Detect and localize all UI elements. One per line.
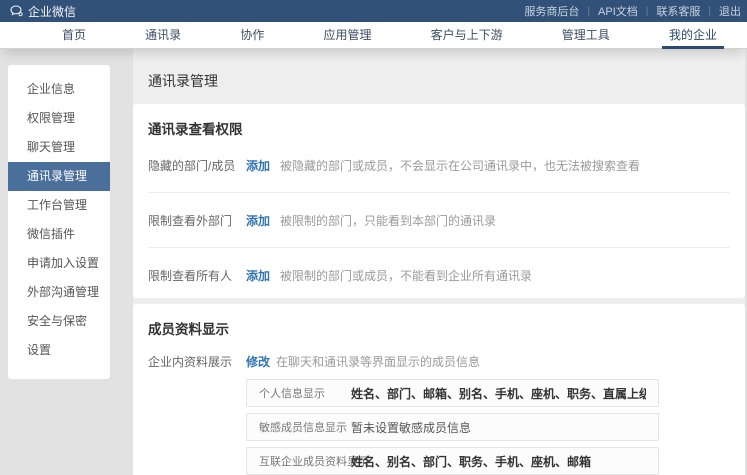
row-label: 限制查看所有人: [148, 267, 246, 284]
sidebar-item-external-comm[interactable]: 外部沟通管理: [8, 278, 110, 307]
link-provider-console[interactable]: 服务商后台: [516, 3, 587, 19]
add-restrict-all-link[interactable]: 添加: [246, 267, 270, 284]
sidebar-item-company-info[interactable]: 企业信息: [8, 75, 110, 104]
box-value: 姓名、部门、邮箱、别名、手机、座机、职务、直属上级、官网、测...: [351, 385, 646, 402]
settings-sidebar: 企业信息 权限管理 聊天管理 通讯录管理 工作台管理 微信插件 申请加入设置 外…: [8, 65, 110, 379]
row-restrict-everyone: 限制查看所有人 添加 被限制的部门或成员，不能看到企业所有通讯录: [148, 248, 730, 302]
modify-link[interactable]: 修改: [246, 353, 270, 370]
sidebar-item-chat-management[interactable]: 聊天管理: [8, 133, 110, 162]
section-title: 通讯录查看权限: [148, 104, 730, 138]
page-title: 通讯录管理: [148, 71, 745, 91]
sidebar-item-settings[interactable]: 设置: [8, 336, 110, 365]
add-hidden-link[interactable]: 添加: [246, 157, 270, 174]
tab-contacts[interactable]: 通讯录: [145, 22, 181, 49]
row-label: 隐藏的部门/成员: [148, 157, 246, 174]
sidebar-item-security[interactable]: 安全与保密: [8, 307, 110, 336]
row-description: 被限制的部门，只能看到本部门的通讯录: [280, 212, 496, 229]
row-hidden-departments: 隐藏的部门/成员 添加 被隐藏的部门或成员，不会显示在公司通讯录中，也无法被搜索…: [148, 138, 730, 193]
row-restrict-other-departments: 限制查看外部门 添加 被限制的部门，只能看到本部门的通讯录: [148, 193, 730, 248]
tab-admin-tools[interactable]: 管理工具: [562, 22, 610, 49]
top-bar: 企业微信 服务商后台 | API文档 | 联系客服 | 退出: [0, 0, 747, 22]
sidebar-item-join-settings[interactable]: 申请加入设置: [8, 249, 110, 278]
main-content: 通讯录管理 通讯录查看权限 隐藏的部门/成员 添加 被隐藏的部门或成员，不会显示…: [133, 49, 745, 475]
row-label: 限制查看外部门: [148, 212, 246, 229]
tab-app-management[interactable]: 应用管理: [323, 22, 371, 49]
link-logout[interactable]: 退出: [711, 3, 747, 19]
tab-collaboration[interactable]: 协作: [240, 22, 264, 49]
brand-title: 企业微信: [28, 3, 76, 20]
sidebar-item-permissions[interactable]: 权限管理: [8, 104, 110, 133]
profile-info-boxes: 个人信息显示 姓名、部门、邮箱、别名、手机、座机、职务、直属上级、官网、测...…: [246, 379, 730, 475]
box-sensitive-info: 敏感成员信息显示 暂未设置敏感成员信息: [246, 413, 659, 441]
tab-customers[interactable]: 客户与上下游: [431, 22, 503, 49]
wework-bubble-icon: [10, 5, 23, 17]
section-view-permissions: 通讯录查看权限 隐藏的部门/成员 添加 被隐藏的部门或成员，不会显示在公司通讯录…: [133, 104, 745, 298]
primary-nav: 首页 通讯录 协作 应用管理 客户与上下游 管理工具 我的企业: [0, 22, 747, 49]
box-value: 暂未设置敏感成员信息: [351, 419, 471, 436]
sidebar-item-contacts-management[interactable]: 通讯录管理: [8, 162, 110, 191]
row-internal-profile: 企业内资料展示 修改 在聊天和通讯录等界面显示的成员信息 个人信息显示 姓名、部…: [148, 353, 730, 475]
profile-modify-line: 修改 在聊天和通讯录等界面显示的成员信息: [246, 353, 730, 370]
brand: 企业微信: [10, 3, 76, 20]
row-label: 企业内资料展示: [148, 353, 246, 370]
box-linked-company-info: 互联企业成员资料显示 姓名、别名、部门、职务、手机、座机、邮箱: [246, 447, 659, 475]
section-title: 成员资料显示: [148, 304, 730, 338]
link-api-docs[interactable]: API文档: [590, 3, 646, 19]
box-personal-info: 个人信息显示 姓名、部门、邮箱、别名、手机、座机、职务、直属上级、官网、测...: [246, 379, 659, 407]
box-label: 个人信息显示: [259, 385, 351, 401]
row-description: 在聊天和通讯录等界面显示的成员信息: [276, 353, 480, 370]
tab-home[interactable]: 首页: [62, 22, 86, 49]
box-label: 敏感成员信息显示: [259, 419, 351, 435]
tab-my-company[interactable]: 我的企业: [669, 22, 717, 49]
sidebar-item-workbench[interactable]: 工作台管理: [8, 191, 110, 220]
profile-right-column: 修改 在聊天和通讯录等界面显示的成员信息 个人信息显示 姓名、部门、邮箱、别名、…: [246, 353, 730, 475]
box-value: 姓名、别名、部门、职务、手机、座机、邮箱: [351, 453, 591, 470]
link-contact-support[interactable]: 联系客服: [648, 3, 708, 19]
row-description: 被限制的部门或成员，不能看到企业所有通讯录: [280, 267, 532, 284]
topbar-links: 服务商后台 | API文档 | 联系客服 | 退出: [516, 3, 747, 19]
row-description: 被隐藏的部门或成员，不会显示在公司通讯录中，也无法被搜索查看: [280, 157, 640, 174]
box-label: 互联企业成员资料显示: [259, 453, 351, 469]
sidebar-item-wechat-plugin[interactable]: 微信插件: [8, 220, 110, 249]
section-member-profile-display: 成员资料显示 企业内资料展示 修改 在聊天和通讯录等界面显示的成员信息 个人信息…: [133, 304, 745, 475]
add-restrict-dept-link[interactable]: 添加: [246, 212, 270, 229]
